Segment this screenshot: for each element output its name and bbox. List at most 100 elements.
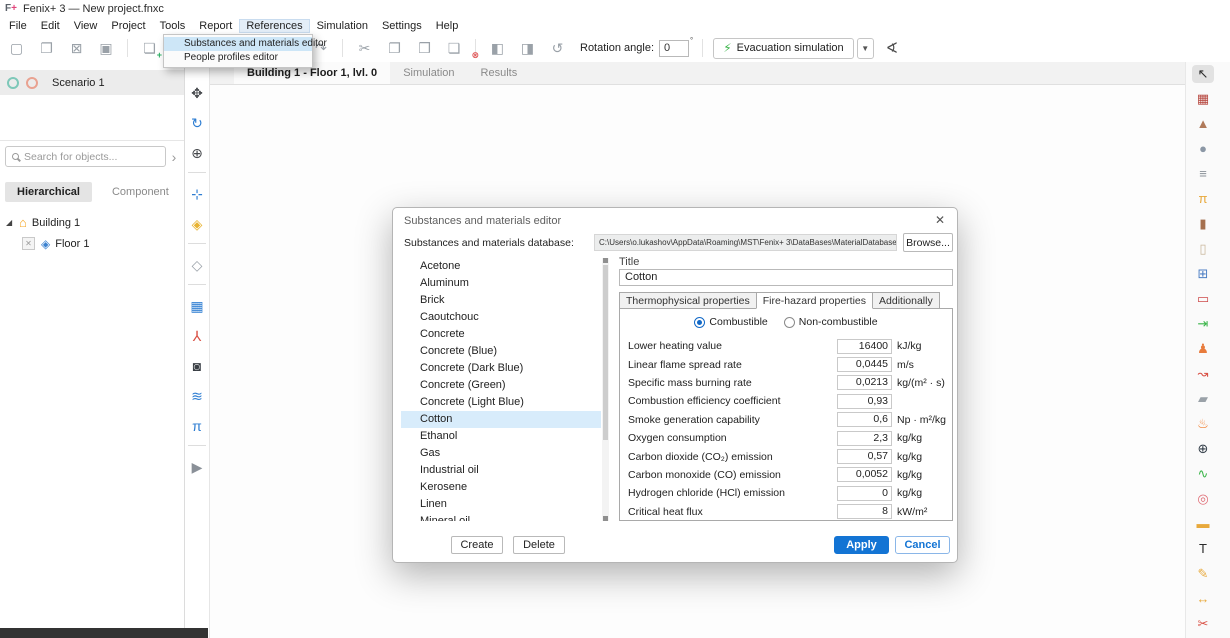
floor-checkbox[interactable]: ✕ [22, 237, 35, 250]
tab-simulation[interactable]: Simulation [390, 62, 467, 84]
material-list-item[interactable]: Brick [401, 292, 601, 309]
create-button[interactable]: Create [451, 536, 503, 554]
search-expand-chevron[interactable]: › [166, 149, 182, 165]
delete-button[interactable]: Delete [513, 536, 565, 554]
rotate-icon[interactable]: ↺ [549, 39, 566, 57]
menu-help[interactable]: Help [429, 19, 466, 33]
material-list-item[interactable]: Concrete (Light Blue) [401, 394, 601, 411]
tab-component[interactable]: Component [100, 182, 181, 202]
screenshot-icon[interactable]: ◙ [188, 358, 206, 375]
open-project-icon[interactable]: ❐ [38, 39, 55, 57]
furniture-visibility-icon[interactable]: π [188, 418, 206, 446]
property-value-input[interactable]: 2,3 [837, 431, 892, 446]
expander-icon[interactable]: ◢ [6, 218, 16, 227]
tree-item-building[interactable]: ◢ ⌂ Building 1 [0, 212, 184, 233]
material-list-item[interactable]: Aluminum [401, 275, 601, 292]
database-path-field[interactable]: C:\Users\o.lukashov\AppData\Roaming\MST\… [594, 234, 897, 251]
layers-icon[interactable]: ≋ [188, 388, 206, 405]
material-list-item[interactable]: Linen [401, 496, 601, 513]
material-list-item[interactable]: Caoutchouc [401, 309, 601, 326]
emergency-exit-icon[interactable]: ⇥ [1192, 315, 1214, 333]
doorway-icon[interactable]: ▯ [1192, 240, 1214, 258]
route-icon[interactable]: ↝ [1192, 365, 1214, 383]
property-value-input[interactable]: 0,57 [837, 449, 892, 464]
cancel-button[interactable]: Cancel [895, 536, 950, 554]
move-tool-icon[interactable]: ✥ [188, 85, 206, 102]
text-tool-icon[interactable]: T [1192, 540, 1214, 558]
material-list-item[interactable]: Ethanol [401, 428, 601, 445]
door-icon[interactable]: ▮ [1192, 215, 1214, 233]
presentation-icon[interactable]: ▶ [188, 459, 206, 476]
flip-horizontal-icon[interactable]: ◧ [489, 39, 506, 57]
wall-icon[interactable]: ▦ [1192, 90, 1214, 108]
property-value-input[interactable]: 0,93 [837, 394, 892, 409]
rotate-view-icon[interactable]: ↻ [188, 115, 206, 132]
menu-project[interactable]: Project [104, 19, 152, 33]
zoom-tool-icon[interactable]: ⊕ [188, 145, 206, 173]
tab-hierarchical[interactable]: Hierarchical [5, 182, 92, 202]
draw-tool-icon[interactable]: ✎ [1192, 565, 1214, 583]
add-scenario-icon[interactable]: ❏+ [141, 39, 158, 57]
tab-additionally[interactable]: Additionally [872, 292, 940, 309]
menu-item-people-profiles-editor[interactable]: People profiles editor [164, 51, 312, 65]
materials-scrollbar[interactable] [602, 258, 609, 521]
property-value-input[interactable]: 0,0052 [837, 467, 892, 482]
property-value-input[interactable]: 16400 [837, 339, 892, 354]
cut-icon[interactable]: ✂ [356, 39, 373, 57]
scrollbar-thumb[interactable] [603, 265, 608, 440]
menu-item-substances-materials-editor[interactable]: Substances and materials editor [164, 37, 312, 51]
target-point-icon[interactable]: ⊕ [1192, 440, 1214, 458]
property-value-input[interactable]: 0,0445 [837, 357, 892, 372]
title-input[interactable]: Cotton [619, 269, 953, 286]
material-list-item[interactable]: Gas [401, 445, 601, 462]
close-icon[interactable]: ✕ [935, 213, 945, 227]
terrain-icon[interactable]: ● [1192, 140, 1214, 158]
dimension-tool-icon[interactable]: ↔ [1192, 590, 1214, 608]
alarm-icon[interactable]: ◎ [1192, 490, 1214, 508]
ramp-icon[interactable]: ▲ [1192, 115, 1214, 133]
material-list-item[interactable]: Mineral oil [401, 513, 601, 521]
material-list-item[interactable]: Concrete (Green) [401, 377, 601, 394]
furniture-icon[interactable]: π [1192, 190, 1214, 208]
non-combustible-radio[interactable]: Non-combustible [784, 316, 878, 328]
save-project-icon[interactable]: ▣ [98, 39, 128, 57]
tab-results[interactable]: Results [468, 62, 531, 84]
fit-view-icon[interactable]: ⊹ [188, 186, 206, 203]
menu-settings[interactable]: Settings [375, 19, 429, 33]
material-list-item[interactable]: Industrial oil [401, 462, 601, 479]
notifier-icon[interactable]: ▬ [1192, 515, 1214, 533]
material-list-item[interactable]: Acetone [401, 258, 601, 275]
evacuation-dropdown-button[interactable]: ▼ [857, 38, 874, 59]
property-value-input[interactable]: 0,6 [837, 412, 892, 427]
menu-simulation[interactable]: Simulation [310, 19, 375, 33]
person-icon[interactable]: ♟ [1192, 340, 1214, 358]
grid-icon[interactable]: ▦ [188, 298, 206, 315]
menu-tools[interactable]: Tools [153, 19, 193, 33]
view-3d-icon[interactable]: ◈ [188, 216, 206, 244]
rotation-angle-input[interactable]: 0 [659, 40, 689, 57]
apply-button[interactable]: Apply [834, 536, 889, 554]
stairs-icon[interactable]: ≡ [1192, 165, 1214, 183]
select-tool-icon[interactable]: ↖ [1192, 65, 1214, 83]
tab-thermophysical-properties[interactable]: Thermophysical properties [619, 292, 757, 309]
menu-edit[interactable]: Edit [34, 19, 67, 33]
combustible-radio[interactable]: Combustible [694, 316, 767, 328]
angle-measure-icon[interactable]: ∢ [886, 39, 899, 57]
flip-vertical-icon[interactable]: ◨ [519, 39, 536, 57]
copy-icon[interactable]: ❐ [386, 39, 403, 57]
material-list-item[interactable]: Cotton [401, 411, 601, 428]
material-list-item[interactable]: Concrete (Dark Blue) [401, 360, 601, 377]
close-project-icon[interactable]: ⊠ [68, 39, 85, 57]
property-value-input[interactable]: 8 [837, 504, 892, 519]
axes-icon[interactable]: ⅄ [188, 328, 206, 345]
evacuation-simulation-button[interactable]: ⚡ Evacuation simulation [713, 38, 853, 59]
fire-source-icon[interactable]: ♨ [1192, 415, 1214, 433]
material-list-item[interactable]: Kerosene [401, 479, 601, 496]
sensor-icon[interactable]: ∿ [1192, 465, 1214, 483]
scenario-row[interactable]: Scenario 1 [0, 70, 184, 95]
delete-icon[interactable]: ❏⊗ [446, 39, 476, 57]
window-icon[interactable]: ⊞ [1192, 265, 1214, 283]
material-list-item[interactable]: Concrete (Blue) [401, 343, 601, 360]
tab-fire-hazard-properties[interactable]: Fire-hazard properties [756, 292, 873, 309]
region-icon[interactable]: ▰ [1192, 390, 1214, 408]
